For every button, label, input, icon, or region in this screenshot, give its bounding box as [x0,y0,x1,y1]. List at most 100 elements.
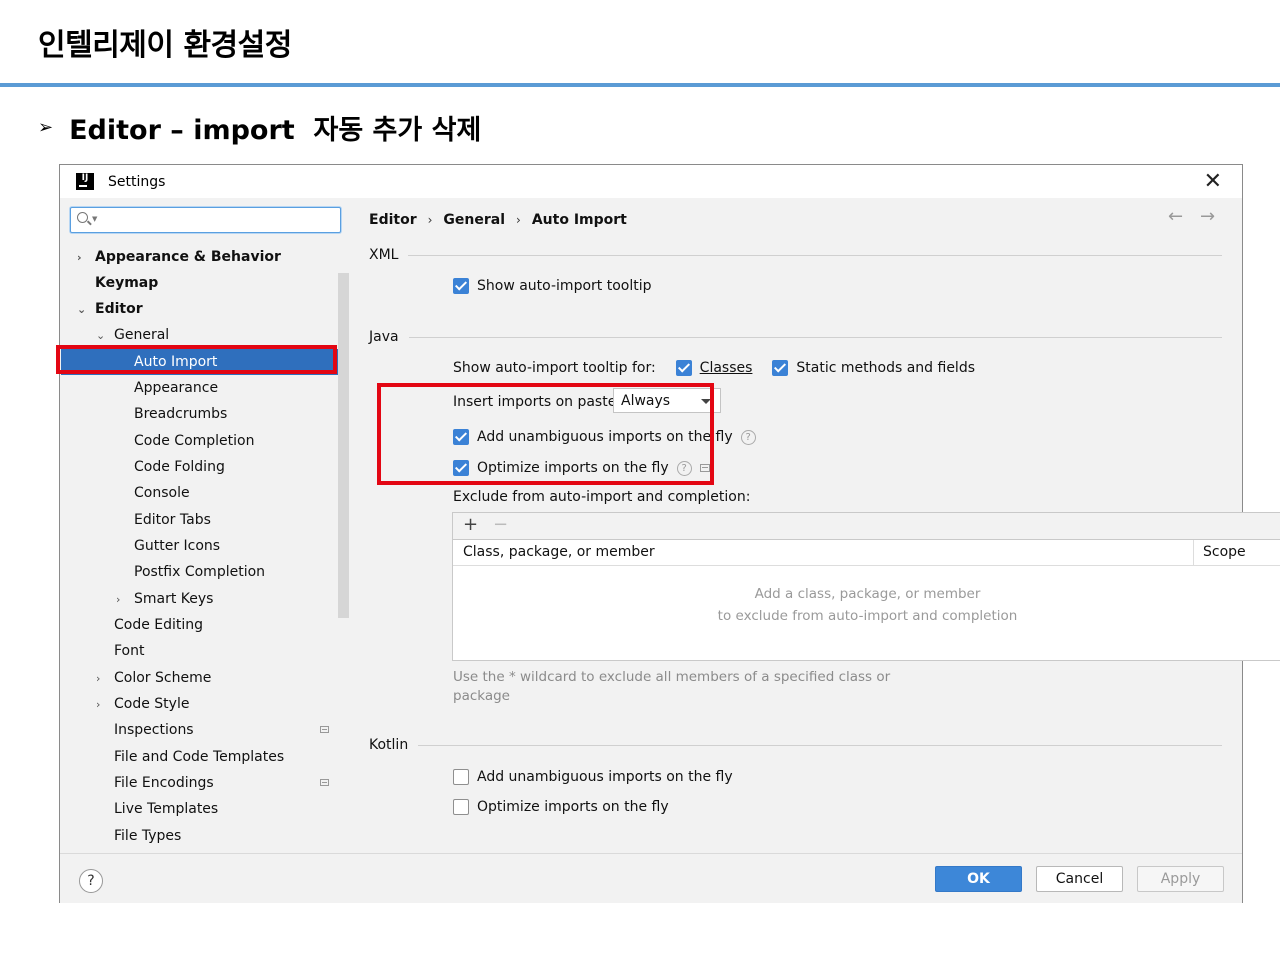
sidebar-item-label: Breadcrumbs [134,406,228,422]
kotlin-optimize-checkbox[interactable]: Optimize imports on the fly [453,799,669,815]
window-titlebar: IJ Settings ✕ [60,165,1242,198]
checkbox-checked-icon[interactable] [675,360,692,376]
java-section-header: Java [369,329,1222,345]
chevron-right-icon[interactable]: › [116,593,120,606]
wildcard-hint: Use the * wildcard to exclude all member… [453,669,891,704]
sidebar-item-label: Editor [95,301,143,317]
xml-section-header: XML [369,247,1222,263]
table-empty-state: Add a class, package, or member to exclu… [453,583,1280,627]
chevron-right-icon[interactable]: › [77,251,82,264]
sidebar-item-label: Color Scheme [114,670,212,686]
java-section-label: Java [369,329,399,345]
kotlin-add-unambiguous-checkbox[interactable]: Add unambiguous imports on the fly [453,769,733,785]
forward-arrow-icon[interactable]: → [1200,206,1215,227]
sidebar-item-live-templates[interactable]: Live Templates [61,796,349,822]
highlight-box-auto-import [56,345,337,374]
sidebar-item-editor[interactable]: ⌄ Editor [61,296,349,322]
slide-title: 인텔리제이 환경설정 [38,28,292,63]
remove-icon[interactable]: − [493,514,508,535]
sidebar-item-code-folding[interactable]: Code Folding [61,454,349,480]
checkbox-checked-icon[interactable] [453,278,469,294]
ok-button[interactable]: OK [935,866,1022,892]
sidebar-item-postfix-completion[interactable]: Postfix Completion [61,559,349,585]
chevron-right-icon[interactable]: › [96,672,100,685]
exclude-table: + − Class, package, or member Scope Add … [452,512,1280,661]
exclude-label: Exclude from auto-import and completion: [453,489,750,505]
settings-sidebar: ▼ › Appearance & Behavior Keymap ⌄ Edito… [61,198,349,853]
sidebar-item-label: Font [114,643,145,659]
sidebar-item-font[interactable]: Font [61,638,349,664]
sidebar-item-keymap[interactable]: Keymap [61,270,349,296]
sidebar-item-label: File Encodings [114,775,214,791]
sidebar-item-appearance-behavior[interactable]: › Appearance & Behavior [61,244,349,270]
intellij-logo-icon: IJ [76,173,94,190]
project-settings-icon [320,779,329,786]
chevron-down-icon[interactable]: ⌄ [77,303,86,316]
sidebar-item-breadcrumbs[interactable]: Breadcrumbs [61,401,349,427]
sidebar-item-label: Live Templates [114,801,219,817]
table-toolbar: + − [453,513,1280,540]
checkbox-label: Add unambiguous imports on the fly [477,769,733,785]
back-arrow-icon[interactable]: ← [1168,206,1183,227]
section-divider [408,254,1222,256]
help-icon[interactable]: ? [740,429,756,445]
sidebar-item-label: Keymap [95,275,159,291]
sidebar-scrollbar[interactable] [338,273,349,618]
sidebar-item-editor-tabs[interactable]: Editor Tabs [61,507,349,533]
sidebar-item-color-scheme[interactable]: › Color Scheme [61,665,349,691]
sidebar-item-label: Editor Tabs [134,512,211,528]
apply-button[interactable]: Apply [1137,866,1224,892]
settings-window: IJ Settings ✕ ▼ › Appearance & Behavior … [59,164,1280,903]
search-dropdown-icon[interactable]: ▼ [92,215,97,223]
sidebar-item-label: Code Editing [114,617,204,633]
window-title: Settings [108,173,166,190]
sidebar-item-code-editing[interactable]: Code Editing [61,612,349,638]
kotlin-section-label: Kotlin [369,737,409,753]
checkbox-label: Show auto-import tooltip [477,278,652,294]
sidebar-item-label: File Types [114,828,182,844]
sidebar-item-file-types[interactable]: File Types [61,823,349,849]
chevron-right-icon[interactable]: › [96,698,100,711]
sidebar-item-file-encodings[interactable]: File Encodings [61,770,349,796]
sidebar-item-file-code-templates[interactable]: File and Code Templates [61,744,349,770]
sidebar-item-label: Gutter Icons [134,538,221,554]
tooltip-for-label: Show auto-import tooltip for: [453,360,656,376]
sidebar-item-label: File and Code Templates [114,749,285,765]
sidebar-item-label: Code Folding [134,459,225,475]
sidebar-item-console[interactable]: Console [61,480,349,506]
add-icon[interactable]: + [463,514,478,535]
slide-bullet: ➢ Editor – import 자동 추가 삭제 [38,108,481,147]
static-checkbox-label[interactable]: Static methods and fields [796,360,975,376]
sidebar-item-code-style[interactable]: › Code Style [61,691,349,717]
chevron-down-icon[interactable]: ⌄ [96,329,105,342]
breadcrumb-separator-icon: › [516,213,521,227]
sidebar-item-inspections[interactable]: Inspections [61,717,349,743]
checkbox-unchecked-icon[interactable] [453,799,469,815]
settings-content: Editor › General › Auto Import ← → XML S… [349,198,1280,853]
cancel-button[interactable]: Cancel [1036,866,1123,892]
column-header-scope[interactable]: Scope [1203,544,1246,560]
sidebar-item-label: Postfix Completion [134,564,266,580]
search-input[interactable]: ▼ [70,207,341,233]
sidebar-item-gutter-icons[interactable]: Gutter Icons [61,533,349,559]
java-tooltip-for-row: Show auto-import tooltip for: Classes St… [453,360,975,376]
sidebar-item-appearance[interactable]: Appearance [61,375,349,401]
help-button[interactable]: ? [79,869,103,893]
sidebar-item-label: Code Style [114,696,190,712]
close-icon[interactable]: ✕ [1204,169,1222,194]
breadcrumb-general[interactable]: General [443,212,505,228]
empty-line-2: to exclude from auto-import and completi… [717,608,1018,624]
xml-show-tooltip-checkbox[interactable]: Show auto-import tooltip [453,278,652,294]
sidebar-item-code-completion[interactable]: Code Completion [61,428,349,454]
checkbox-checked-icon[interactable] [772,360,789,376]
column-header-member[interactable]: Class, package, or member [463,544,655,560]
sidebar-item-label: Inspections [114,722,194,738]
xml-section-label: XML [369,247,399,263]
sidebar-item-smart-keys[interactable]: › Smart Keys [61,586,349,612]
sidebar-item-label: Appearance [134,380,219,396]
breadcrumb-editor[interactable]: Editor [369,212,417,228]
checkbox-unchecked-icon[interactable] [453,769,469,785]
search-icon [77,212,88,223]
classes-checkbox-label[interactable]: Classes [700,360,753,376]
highlight-box-import-options [377,383,714,485]
